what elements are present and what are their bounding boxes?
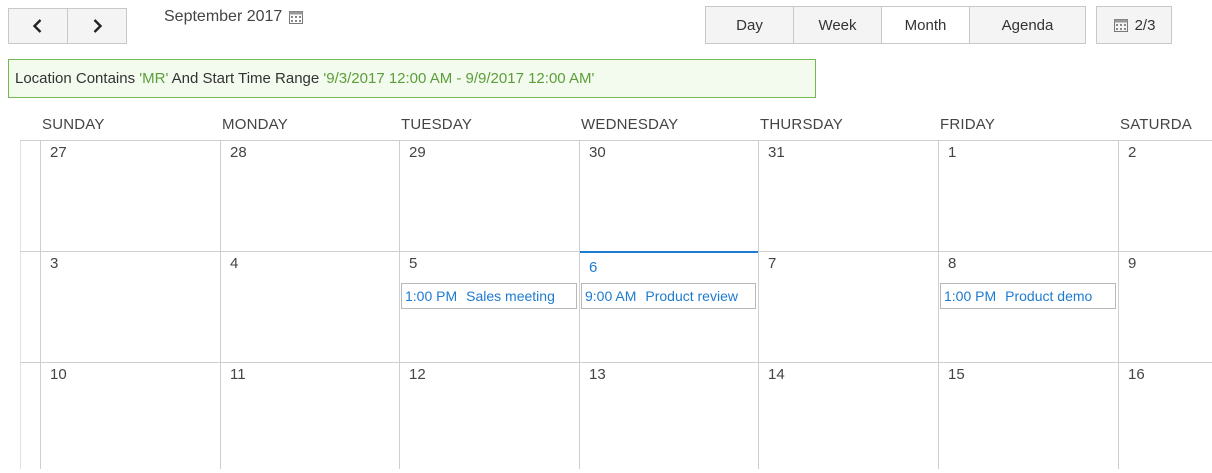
day-cell[interactable] xyxy=(400,363,579,473)
calendar-icon[interactable] xyxy=(288,9,304,25)
next-button[interactable] xyxy=(67,8,127,44)
filter-text: And Start Time Range xyxy=(168,70,324,87)
day-cell[interactable] xyxy=(221,141,399,251)
day-cell[interactable] xyxy=(580,141,758,251)
day-number[interactable]: 31 xyxy=(768,144,785,161)
filter-text: Location Contains xyxy=(15,70,140,87)
event-time: 1:00 PM xyxy=(944,288,997,304)
event-time: 9:00 AM xyxy=(585,288,637,304)
day-cell[interactable] xyxy=(580,363,758,473)
day-number[interactable]: 30 xyxy=(589,144,606,161)
day-number[interactable]: 16 xyxy=(1128,366,1145,383)
weekday-header: FRIDAY xyxy=(940,116,996,133)
day-number[interactable]: 15 xyxy=(948,366,965,383)
day-cell[interactable] xyxy=(759,141,938,251)
day-cell[interactable] xyxy=(41,141,220,251)
event-title: Product demo xyxy=(1005,288,1093,304)
page-indicator-button[interactable]: 2/3 xyxy=(1096,6,1172,44)
day-cell[interactable] xyxy=(759,252,938,362)
page-indicator-text: 2/3 xyxy=(1134,16,1156,34)
weekday-header: SUNDAY xyxy=(42,116,105,133)
today-indicator xyxy=(580,251,758,253)
day-number[interactable]: 27 xyxy=(50,144,67,161)
day-cell[interactable] xyxy=(41,363,220,473)
day-number[interactable]: 7 xyxy=(768,255,776,272)
day-cell[interactable] xyxy=(221,252,399,362)
day-cell[interactable] xyxy=(939,363,1118,473)
day-cell[interactable] xyxy=(400,141,579,251)
view-week-button[interactable]: Week xyxy=(794,7,882,43)
event-title: Product review xyxy=(645,288,738,304)
calendar-event[interactable]: 1:00 PM Sales meeting xyxy=(401,283,577,309)
view-day-button[interactable]: Day xyxy=(706,7,794,43)
weekday-header: THURSDAY xyxy=(760,116,843,133)
previous-button[interactable] xyxy=(8,8,68,44)
weekday-header: SATURDA xyxy=(1120,116,1192,133)
day-cell[interactable] xyxy=(759,363,938,473)
day-number[interactable]: 2 xyxy=(1128,144,1136,161)
day-cell[interactable] xyxy=(41,252,220,362)
day-number[interactable]: 1 xyxy=(948,144,956,161)
weekday-header: TUESDAY xyxy=(401,116,473,133)
day-number[interactable]: 6 xyxy=(589,259,597,276)
view-agenda-button[interactable]: Agenda xyxy=(970,7,1085,43)
month-title-picker[interactable]: September 2017 xyxy=(164,8,304,26)
view-month-button[interactable]: Month xyxy=(882,7,970,43)
day-number[interactable]: 12 xyxy=(409,366,426,383)
filter-value: '9/3/2017 12:00 AM - 9/9/2017 12:00 AM' xyxy=(323,70,595,87)
month-title: September 2017 xyxy=(164,8,283,25)
day-cell[interactable] xyxy=(221,363,399,473)
day-number[interactable]: 3 xyxy=(50,255,58,272)
day-number[interactable]: 10 xyxy=(50,366,67,383)
day-number[interactable]: 13 xyxy=(589,366,606,383)
day-number[interactable]: 28 xyxy=(230,144,247,161)
event-title: Sales meeting xyxy=(466,288,555,304)
weekday-header: MONDAY xyxy=(222,116,288,133)
day-number[interactable]: 9 xyxy=(1128,255,1136,272)
day-number[interactable]: 11 xyxy=(230,366,246,383)
calendar-event[interactable]: 1:00 PM Product demo xyxy=(940,283,1116,309)
day-cell[interactable] xyxy=(939,141,1118,251)
chevron-right-icon xyxy=(93,19,103,33)
day-number[interactable]: 29 xyxy=(409,144,426,161)
day-number[interactable]: 5 xyxy=(409,255,417,272)
day-number[interactable]: 14 xyxy=(768,366,785,383)
gutter-divider xyxy=(20,252,21,362)
filter-value: 'MR' xyxy=(139,70,169,87)
gutter-divider xyxy=(20,141,21,251)
day-number[interactable]: 4 xyxy=(230,255,238,272)
weekday-header: WEDNESDAY xyxy=(581,116,679,133)
day-number[interactable]: 8 xyxy=(948,255,956,272)
calendar-event[interactable]: 9:00 AM Product review xyxy=(581,283,756,309)
view-switcher: Day Week Month Agenda xyxy=(705,6,1086,44)
event-time: 1:00 PM xyxy=(405,288,458,304)
filter-summary: Location Contains 'MR' And Start Time Ra… xyxy=(8,59,816,98)
gutter-divider xyxy=(20,363,21,469)
chevron-left-icon xyxy=(32,19,42,33)
calendar-icon xyxy=(1113,19,1128,32)
